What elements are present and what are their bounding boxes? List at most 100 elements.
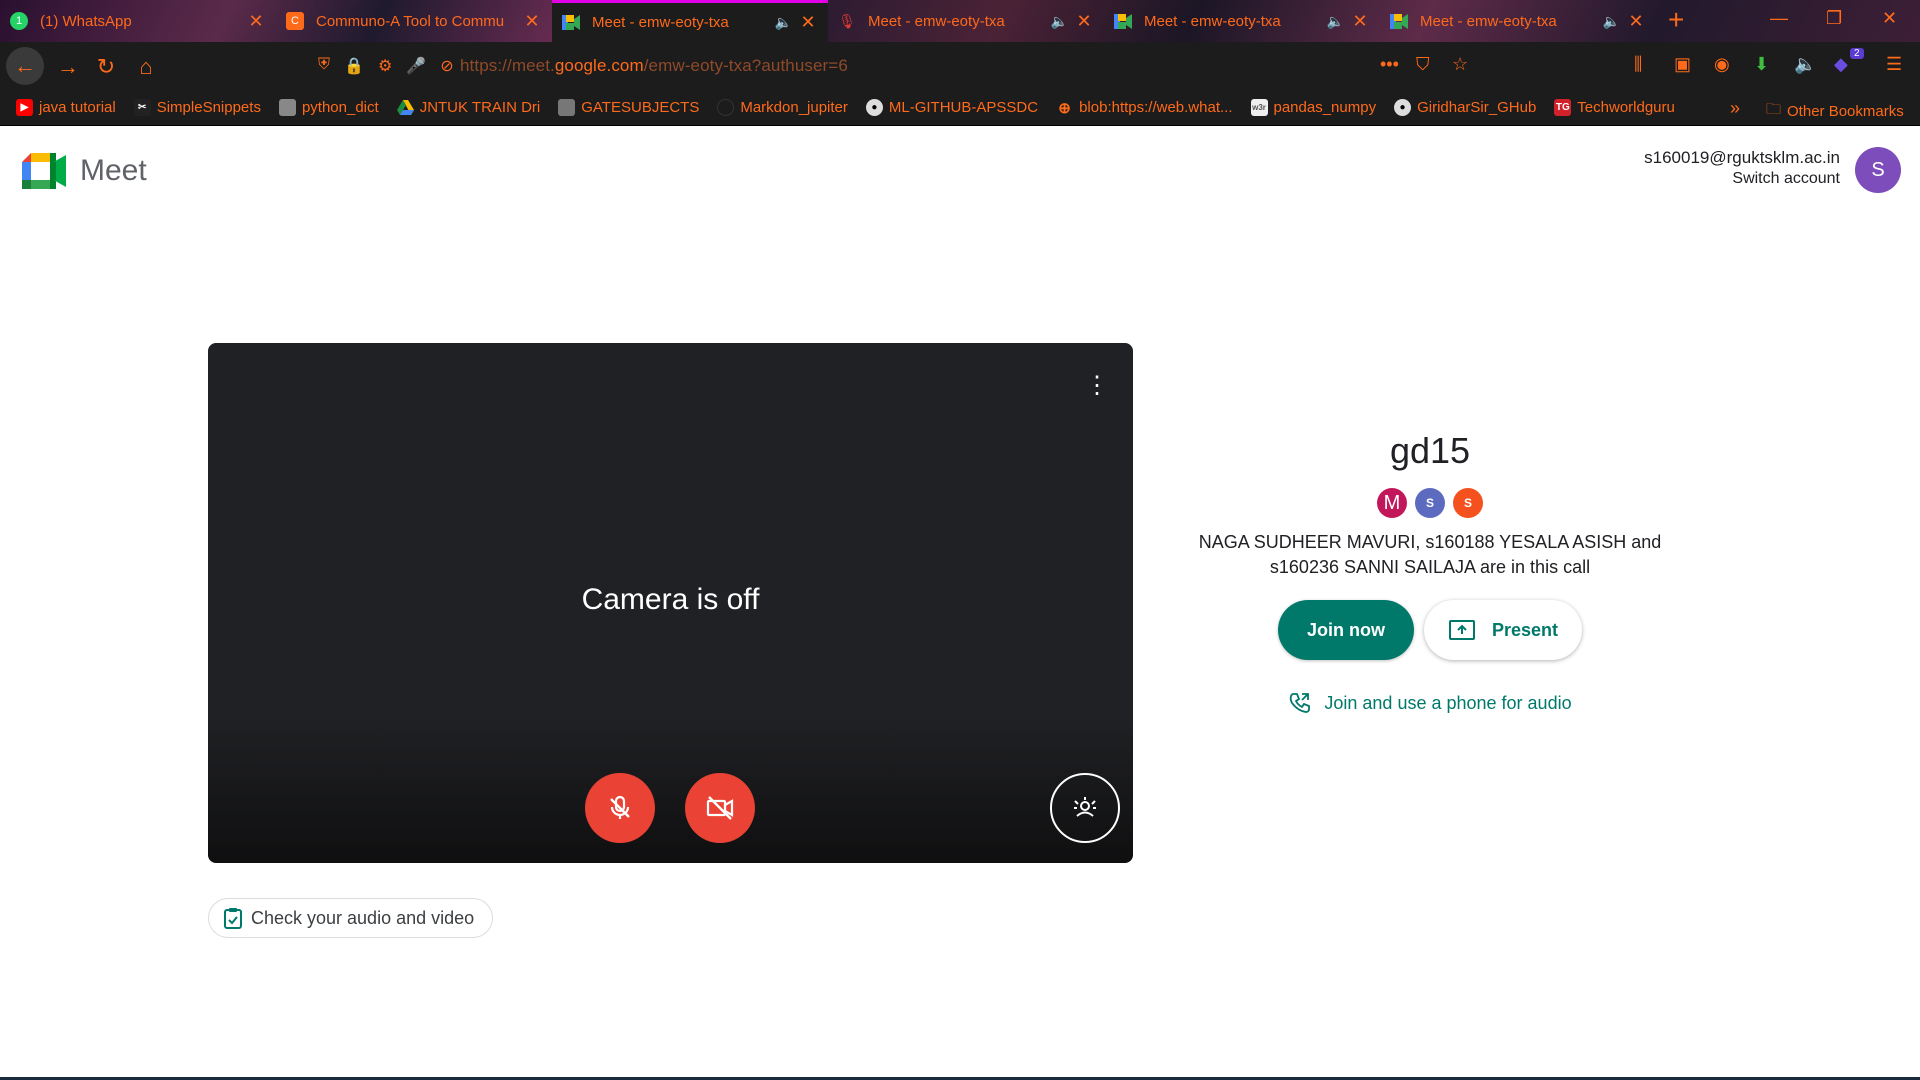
extension-icon[interactable]: ◆	[1834, 54, 1848, 75]
check-av-label: Check your audio and video	[251, 907, 475, 928]
window-close-icon[interactable]: ✕	[1882, 8, 1897, 29]
speaker-icon[interactable]: 🔈	[1603, 13, 1620, 30]
clipboard-check-icon	[224, 908, 242, 929]
mic-permission-icon[interactable]: 🎤	[406, 56, 426, 76]
bookmark-label: GiridharSir_GHub	[1417, 99, 1537, 116]
globe-icon: ⊕	[1058, 99, 1071, 117]
phone-audio-link[interactable]: Join and use a phone for audio	[1160, 692, 1700, 714]
sidebar-icon[interactable]: ▣	[1674, 54, 1691, 75]
close-tab-icon[interactable]: ✕	[1074, 11, 1094, 32]
avatar[interactable]: S	[1855, 147, 1901, 193]
folder-icon: 🗀	[1766, 101, 1782, 118]
bookmarks-overflow-icon[interactable]: »	[1730, 98, 1740, 119]
bookmark-label: java tutorial	[39, 99, 116, 116]
github-icon: ●	[865, 99, 883, 116]
tab-title: Meet - emw-eoty-txa	[1420, 12, 1557, 30]
bookmark-item[interactable]: GATESUBJECTS	[558, 99, 699, 116]
page-icon	[278, 99, 296, 116]
github-icon: ●	[1394, 99, 1412, 116]
back-button[interactable]: ←	[6, 47, 44, 85]
other-bookmarks[interactable]: 🗀 Other Bookmarks	[1766, 99, 1904, 124]
camera-status: Camera is off	[581, 583, 760, 616]
bookmark-item[interactable]: python_dict	[278, 99, 379, 116]
bookmark-label: ML-GITHUB-APSSDC	[888, 99, 1039, 116]
close-tab-icon[interactable]: ✕	[246, 11, 266, 32]
bookmark-label: GATESUBJECTS	[581, 99, 700, 116]
meet-logo[interactable]: Meet	[22, 153, 147, 189]
participant-avatars: M S S	[1160, 488, 1700, 518]
new-tab-button[interactable]: +	[1668, 4, 1684, 36]
bookmark-item[interactable]: w3r pandas_numpy	[1250, 99, 1376, 116]
bookmark-label: JNTUK TRAIN Dri	[419, 99, 541, 116]
bookmark-item[interactable]: ⊕ blob:https://web.what...	[1056, 99, 1232, 117]
page-icon	[558, 99, 576, 116]
mic-toggle-button[interactable]	[585, 773, 655, 843]
bookmark-item[interactable]: JNTUK TRAIN Dri	[396, 99, 541, 116]
effects-icon	[1074, 797, 1096, 817]
tab-title: Meet - emw-eoty-txa	[868, 12, 1005, 30]
lock-icon[interactable]: 🔒	[344, 56, 364, 76]
participant-avatar: S	[1453, 488, 1483, 518]
switch-account-link[interactable]: Switch account	[1644, 170, 1840, 188]
bookmark-item[interactable]: ▶ java tutorial	[16, 99, 116, 116]
close-tab-icon[interactable]: ✕	[1626, 11, 1646, 32]
phone-icon	[1290, 693, 1311, 713]
download-icon[interactable]: ⬇	[1754, 54, 1769, 75]
tab-meet-active[interactable]: Meet - emw-eoty-txa 🔈 ✕	[552, 0, 828, 42]
close-tab-icon[interactable]: ✕	[522, 11, 542, 32]
volume-icon[interactable]: 🔈	[1794, 54, 1816, 75]
tab-meet-4[interactable]: Meet - emw-eoty-txa 🔈 ✕	[1380, 0, 1656, 42]
join-panel: gd15 M S S NAGA SUDHEER MAVURI, s160188 …	[1160, 430, 1700, 714]
pocket-icon[interactable]: ⛉	[1416, 54, 1430, 75]
phone-audio-label: Join and use a phone for audio	[1324, 692, 1572, 713]
library-icon[interactable]: ⫼	[1634, 54, 1642, 75]
shield-icon[interactable]: ⛨	[318, 56, 330, 76]
meet-icon	[1114, 12, 1132, 30]
present-screen-icon	[1448, 620, 1475, 640]
whatsapp-icon: 1	[10, 12, 28, 30]
tab-meet-2[interactable]: 🎙 Meet - emw-eoty-txa 🔈 ✕	[828, 0, 1104, 42]
visual-effects-button[interactable]	[1050, 773, 1120, 843]
camera-blocked-icon[interactable]: ⊘	[440, 56, 453, 76]
bookmark-item[interactable]: ✂ SimpleSnippets	[133, 99, 261, 116]
bookmark-label: SimpleSnippets	[156, 99, 261, 116]
bookmark-label: python_dict	[301, 99, 379, 116]
speaker-icon[interactable]: 🔈	[1051, 13, 1068, 30]
in-call-text: NAGA SUDHEER MAVURI, s160188 YESALA ASIS…	[1198, 532, 1662, 577]
participant-avatar: S	[1415, 488, 1445, 518]
join-now-button[interactable]: Join now	[1278, 600, 1414, 660]
url-bar[interactable]: https://meet.google.com/emw-eoty-txa?aut…	[460, 56, 848, 76]
bookmark-item[interactable]: ● GiridharSir_GHub	[1394, 99, 1536, 116]
camera-toggle-button[interactable]	[685, 773, 755, 843]
meet-icon	[562, 14, 580, 32]
present-button[interactable]: Present	[1424, 600, 1582, 660]
github-icon	[717, 99, 735, 116]
tab-title: (1) WhatsApp	[40, 12, 132, 30]
speaker-icon[interactable]: 🔈	[775, 14, 792, 31]
restore-icon[interactable]: ❐	[1826, 8, 1842, 29]
meeting-name: gd15	[1389, 430, 1471, 471]
tab-communo[interactable]: C Communo-A Tool to Commu ✕	[276, 0, 552, 42]
account-icon[interactable]: ◉	[1714, 54, 1730, 75]
close-tab-icon[interactable]: ✕	[798, 12, 818, 33]
permissions-icon[interactable]: ⚙	[378, 56, 392, 76]
minimize-icon[interactable]: —	[1770, 8, 1788, 29]
bookmark-item[interactable]: Markdon_jupiter	[717, 99, 848, 116]
bookmark-item[interactable]: TG Techworldguru	[1554, 99, 1675, 116]
snippets-icon: ✂	[133, 99, 151, 116]
bookmark-star-icon[interactable]: ☆	[1452, 54, 1468, 75]
reload-button[interactable]: ↻	[88, 49, 124, 85]
bookmark-item[interactable]: ● ML-GITHUB-APSSDC	[865, 99, 1039, 116]
url-prefix: https://meet.	[460, 56, 555, 75]
tab-meet-3[interactable]: Meet - emw-eoty-txa 🔈 ✕	[1104, 0, 1380, 42]
page-actions-icon[interactable]: •••	[1380, 54, 1399, 75]
communo-icon: C	[286, 12, 304, 30]
check-audio-video-button[interactable]: Check your audio and video	[208, 898, 494, 938]
speaker-icon[interactable]: 🔈	[1327, 13, 1344, 30]
tab-whatsapp[interactable]: 1 (1) WhatsApp ✕	[0, 0, 276, 42]
home-button[interactable]: ⌂	[128, 49, 164, 85]
menu-icon[interactable]: ☰	[1886, 54, 1902, 75]
close-tab-icon[interactable]: ✕	[1350, 11, 1370, 32]
forward-button[interactable]: →	[50, 49, 86, 85]
more-options-icon[interactable]: ⋮	[1085, 371, 1109, 400]
